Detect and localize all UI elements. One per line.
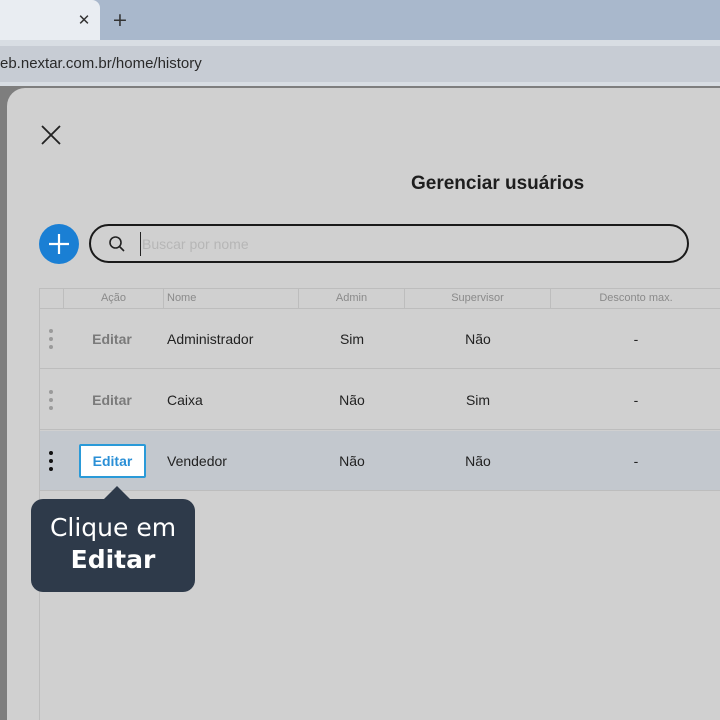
header-handle-column bbox=[40, 289, 64, 308]
add-user-button[interactable] bbox=[39, 224, 79, 264]
url-field[interactable]: eb.nextar.com.br/home/history bbox=[0, 46, 720, 82]
close-button[interactable] bbox=[39, 123, 65, 149]
user-name: Administrador bbox=[167, 331, 254, 347]
table-row[interactable]: Editar Caixa Não Sim - bbox=[40, 370, 720, 430]
drag-handle-icon[interactable] bbox=[48, 329, 54, 349]
url-text: eb.nextar.com.br/home/history bbox=[0, 55, 202, 72]
table-header: Ação Nome Admin Supervisor Desconto max. bbox=[40, 289, 720, 309]
tooltip-arrow bbox=[103, 486, 131, 500]
admin-value: Não bbox=[339, 453, 365, 469]
supervisor-value: Sim bbox=[465, 392, 491, 408]
drag-handle-icon[interactable] bbox=[48, 451, 54, 471]
tooltip-text-line1: Clique em bbox=[49, 513, 177, 542]
user-name: Vendedor bbox=[167, 453, 227, 469]
close-icon bbox=[41, 125, 61, 145]
table-row-selected[interactable]: Editar Vendedor Não Não - bbox=[40, 431, 720, 491]
header-discount[interactable]: Desconto max. bbox=[551, 289, 720, 308]
tooltip-text-line2: Editar bbox=[70, 545, 156, 574]
new-tab-button[interactable]: + bbox=[110, 9, 130, 31]
browser-tab[interactable]: ✕ bbox=[0, 0, 100, 40]
drag-handle-icon[interactable] bbox=[48, 390, 54, 410]
table-row[interactable]: Editar Administrador Sim Não - bbox=[40, 309, 720, 369]
supervisor-value: Não bbox=[465, 453, 491, 469]
edit-button[interactable]: Editar bbox=[80, 389, 144, 411]
manage-users-modal: Gerenciar usuários Ação Nome Admin Super… bbox=[7, 88, 720, 720]
discount-value: - bbox=[633, 453, 639, 469]
address-bar: eb.nextar.com.br/home/history bbox=[0, 40, 720, 86]
plus-icon bbox=[49, 234, 69, 254]
search-box bbox=[89, 224, 689, 263]
search-input[interactable] bbox=[140, 232, 670, 256]
modal-title: Gerenciar usuários bbox=[411, 173, 585, 194]
discount-value: - bbox=[633, 392, 639, 408]
user-name: Caixa bbox=[167, 392, 203, 408]
search-icon bbox=[109, 236, 125, 252]
tutorial-tooltip: Clique em Editar bbox=[31, 499, 195, 592]
admin-value: Não bbox=[339, 392, 365, 408]
edit-button[interactable]: Editar bbox=[80, 328, 144, 350]
browser-tabstrip: ✕ + bbox=[0, 0, 720, 40]
header-name[interactable]: Nome bbox=[164, 289, 299, 308]
tab-close-icon[interactable]: ✕ bbox=[76, 10, 92, 30]
header-supervisor[interactable]: Supervisor bbox=[405, 289, 551, 308]
header-action: Ação bbox=[64, 289, 164, 308]
edit-button-highlighted[interactable]: Editar bbox=[79, 444, 146, 478]
discount-value: - bbox=[633, 331, 639, 347]
supervisor-value: Não bbox=[465, 331, 491, 347]
admin-value: Sim bbox=[339, 331, 365, 347]
header-admin[interactable]: Admin bbox=[299, 289, 405, 308]
